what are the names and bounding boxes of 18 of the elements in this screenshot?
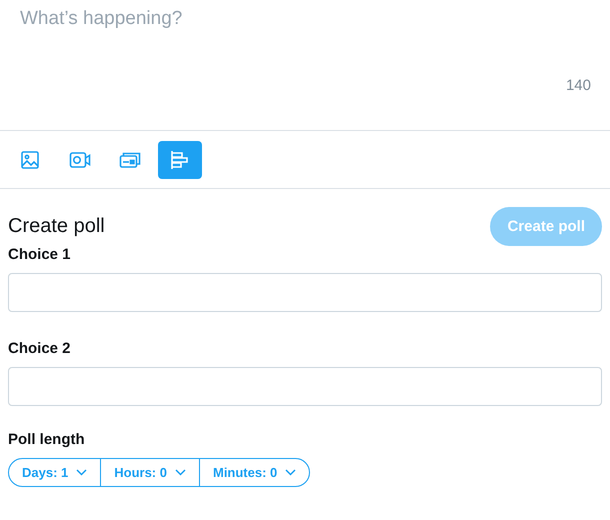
choice-input[interactable] xyxy=(8,367,602,406)
chevron-down-icon xyxy=(174,469,186,476)
poll-icon xyxy=(170,150,190,170)
poll-tool-button[interactable] xyxy=(158,140,202,178)
video-camera-icon xyxy=(69,150,91,170)
character-counter: 140 xyxy=(566,77,591,94)
image-icon xyxy=(20,150,40,170)
poll-length-label: Poll length xyxy=(8,431,86,448)
duration-dropdown[interactable]: Hours: 0 xyxy=(100,459,199,486)
duration-dropdown[interactable]: Minutes: 0 xyxy=(198,459,310,486)
choice-label: Choice 2 xyxy=(8,340,72,357)
choice-label: Choice 1 xyxy=(8,246,72,263)
choice-input[interactable] xyxy=(8,273,602,312)
cards-icon xyxy=(119,150,141,170)
chevron-down-icon xyxy=(76,469,88,476)
duration-dropdown[interactable]: Days: 1 xyxy=(9,459,100,486)
chevron-down-icon xyxy=(285,469,296,476)
poll-title: Create poll xyxy=(8,214,105,238)
